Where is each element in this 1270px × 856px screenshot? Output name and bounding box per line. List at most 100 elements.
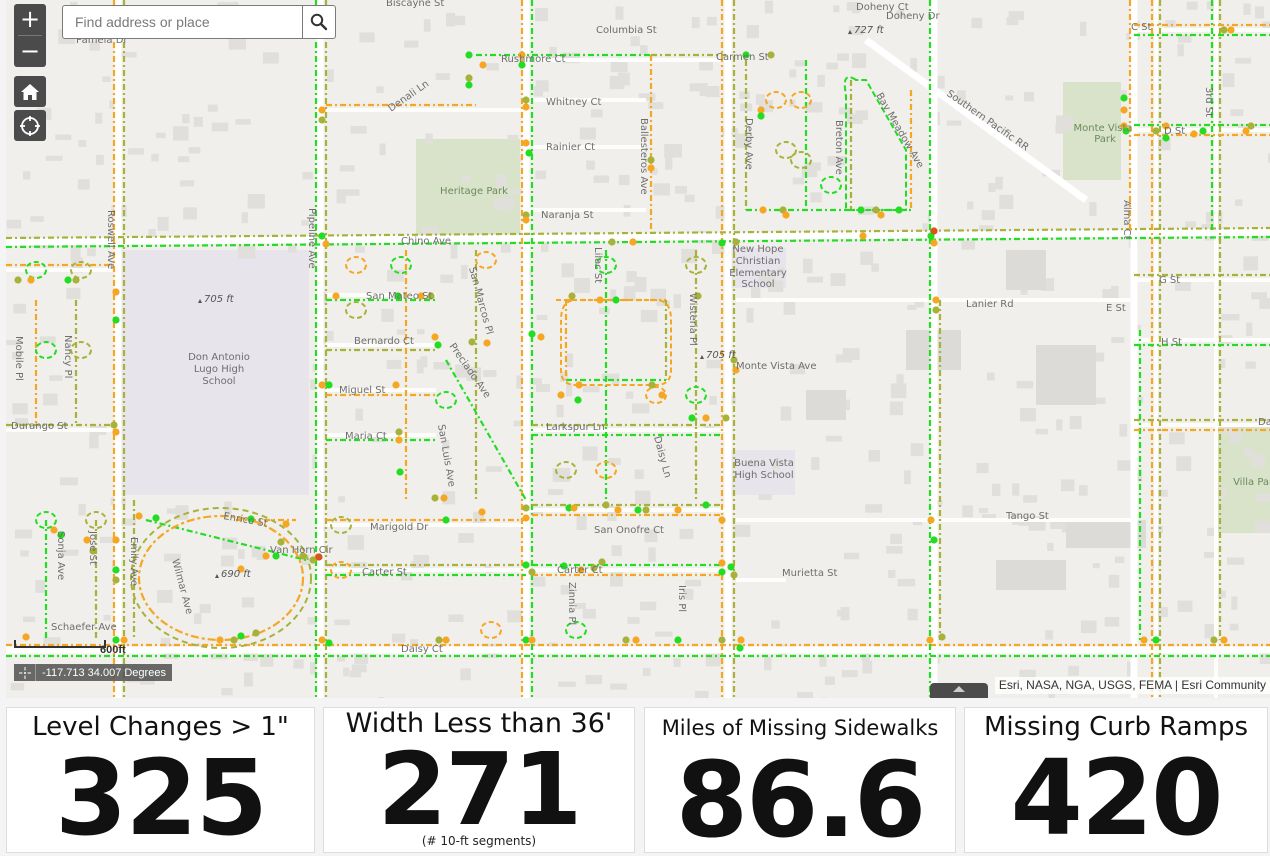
curb-ramp-marker[interactable] — [537, 333, 545, 341]
curb-ramp-marker[interactable] — [522, 139, 530, 147]
curb-ramp-marker[interactable] — [230, 636, 238, 644]
curb-ramp-marker[interactable] — [674, 636, 682, 644]
curb-ramp-marker[interactable] — [528, 636, 536, 644]
curb-ramp-marker[interactable] — [730, 571, 738, 579]
curb-ramp-marker[interactable] — [479, 61, 487, 69]
curb-ramp-marker[interactable] — [574, 396, 582, 404]
curb-ramp-marker[interactable] — [483, 339, 491, 347]
attribution-toggle-button[interactable] — [930, 683, 988, 698]
curb-ramp-marker[interactable] — [318, 116, 326, 124]
curb-ramp-marker[interactable] — [648, 381, 656, 389]
curb-ramp-marker[interactable] — [468, 338, 476, 346]
curb-ramp-marker[interactable] — [112, 536, 120, 544]
curb-ramp-marker[interactable] — [557, 391, 565, 399]
coordinate-readout[interactable]: -117.713 34.007 Degrees — [14, 664, 172, 681]
curb-ramp-marker[interactable] — [1190, 130, 1198, 138]
curb-ramp-marker[interactable] — [152, 514, 160, 522]
curb-ramp-marker[interactable] — [528, 568, 536, 576]
curb-ramp-marker[interactable] — [64, 276, 72, 284]
locate-button[interactable] — [14, 110, 46, 141]
curb-ramp-marker[interactable] — [932, 306, 940, 314]
curb-ramp-marker[interactable] — [322, 240, 330, 248]
curb-ramp-marker[interactable] — [112, 316, 120, 324]
curb-ramp-marker[interactable] — [632, 636, 640, 644]
curb-ramp-marker[interactable] — [435, 636, 443, 644]
curb-ramp-marker[interactable] — [72, 276, 80, 284]
curb-ramp-marker[interactable] — [395, 428, 403, 436]
curb-ramp-marker[interactable] — [112, 428, 120, 436]
curb-ramp-marker[interactable] — [877, 211, 885, 219]
cul-de-sac-sidewalk[interactable] — [345, 301, 367, 319]
cul-de-sac-sidewalk[interactable] — [480, 621, 502, 639]
curb-ramp-marker[interactable] — [1120, 94, 1128, 102]
curb-ramp-marker[interactable] — [938, 633, 946, 641]
curb-ramp-marker[interactable] — [642, 506, 650, 514]
curb-ramp-marker[interactable] — [434, 341, 442, 349]
curb-ramp-marker[interactable] — [737, 636, 745, 644]
map-view[interactable]: Biscayne St Columbia St Rushmore Ct Carmen … — [6, 0, 1270, 698]
curb-ramp-marker[interactable] — [1120, 106, 1128, 114]
curb-ramp-marker[interactable] — [112, 566, 120, 574]
zoom-in-button[interactable]: + — [14, 4, 46, 35]
cul-de-sac-sidewalk[interactable] — [35, 341, 57, 359]
cul-de-sac-sidewalk[interactable] — [70, 341, 92, 359]
curb-ramp-marker[interactable] — [1210, 636, 1218, 644]
curb-ramp-marker[interactable] — [465, 74, 473, 82]
curb-ramp-marker[interactable] — [525, 149, 533, 157]
cul-de-sac-sidewalk[interactable] — [345, 256, 367, 274]
curb-ramp-marker[interactable] — [440, 494, 448, 502]
curb-ramp-marker[interactable] — [718, 516, 726, 524]
curb-ramp-marker[interactable] — [602, 501, 610, 509]
curb-ramp-marker[interactable] — [110, 421, 118, 429]
basemap[interactable]: Biscayne St Columbia St Rushmore Ct Carmen … — [6, 0, 1270, 698]
curb-ramp-marker[interactable] — [932, 296, 940, 304]
curb-ramp-marker[interactable] — [674, 506, 682, 514]
curb-ramp-marker[interactable] — [112, 636, 120, 644]
sidewalk-segment[interactable] — [445, 359, 527, 501]
curb-ramp-marker[interactable] — [629, 238, 637, 246]
curb-ramp-marker[interactable] — [857, 206, 865, 214]
cul-de-sac-sidewalk[interactable] — [435, 391, 457, 409]
curb-ramp-marker[interactable] — [575, 381, 583, 389]
curb-ramp-marker[interactable] — [930, 239, 938, 247]
curb-ramp-marker[interactable] — [325, 381, 333, 389]
curb-ramp-marker[interactable] — [120, 636, 128, 644]
curb-ramp-marker[interactable] — [702, 414, 710, 422]
curb-ramp-marker[interactable] — [608, 238, 616, 246]
curb-ramp-marker[interactable] — [895, 206, 903, 214]
curb-ramp-marker[interactable] — [135, 512, 143, 520]
search-input[interactable] — [63, 6, 302, 38]
curb-ramp-marker[interactable] — [396, 468, 404, 476]
curb-ramp-marker[interactable] — [318, 381, 326, 389]
curb-ramp-marker[interactable] — [568, 292, 576, 300]
curb-ramp-marker[interactable] — [522, 561, 530, 569]
curb-ramp-marker[interactable] — [570, 504, 578, 512]
curb-ramp-marker[interactable] — [1220, 636, 1228, 644]
curb-ramp-marker[interactable] — [522, 504, 530, 512]
home-button[interactable] — [14, 76, 46, 107]
curb-ramp-marker[interactable] — [395, 436, 403, 444]
curb-ramp-marker[interactable] — [112, 576, 120, 584]
curb-ramp-marker[interactable] — [318, 232, 326, 240]
curb-ramp-marker[interactable] — [658, 391, 666, 399]
curb-ramp-marker[interactable] — [930, 227, 938, 235]
zoom-out-button[interactable]: − — [14, 36, 46, 67]
curb-ramp-marker[interactable] — [926, 636, 934, 644]
search-button[interactable] — [302, 6, 335, 38]
cul-de-sac-sidewalk[interactable] — [475, 251, 497, 269]
curb-ramp-marker[interactable] — [522, 96, 530, 104]
curb-ramp-marker[interactable] — [782, 211, 790, 219]
curb-ramp-marker[interactable] — [392, 381, 400, 389]
curb-ramp-marker[interactable] — [282, 520, 290, 528]
curb-ramp-marker[interactable] — [431, 494, 439, 502]
curb-ramp-marker[interactable] — [112, 288, 120, 296]
curb-ramp-marker[interactable] — [718, 568, 726, 576]
curb-ramp-marker[interactable] — [262, 552, 270, 560]
curb-ramp-marker[interactable] — [528, 330, 536, 338]
curb-ramp-marker[interactable] — [702, 501, 710, 509]
curb-ramp-marker[interactable] — [718, 239, 726, 247]
curb-ramp-marker[interactable] — [27, 276, 35, 284]
curb-ramp-marker[interactable] — [722, 414, 730, 422]
curb-ramp-marker[interactable] — [522, 103, 530, 111]
curb-ramp-marker[interactable] — [522, 216, 530, 224]
